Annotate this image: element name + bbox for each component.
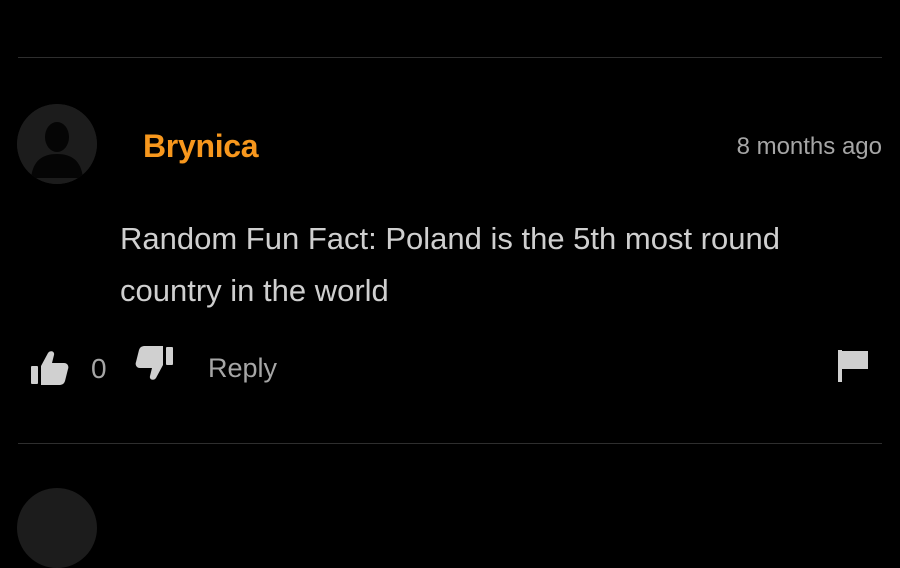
comment-actions: 0 Reply — [0, 344, 900, 394]
reply-button[interactable]: Reply — [208, 353, 277, 384]
report-flag-button[interactable] — [836, 348, 870, 384]
vote-count: 0 — [91, 353, 107, 384]
thumbs-up-icon — [31, 351, 69, 385]
comment-divider-bottom — [18, 443, 882, 444]
comment-divider-top — [18, 57, 882, 58]
flag-icon — [838, 350, 868, 382]
default-user-avatar-icon — [17, 104, 97, 184]
comment-timestamp: 8 months ago — [736, 133, 882, 160]
next-comment-avatar[interactable] — [17, 488, 97, 568]
avatar[interactable] — [17, 104, 97, 184]
thumbs-up-button[interactable] — [30, 350, 70, 386]
thumbs-down-button[interactable] — [134, 346, 174, 382]
thumbs-down-icon — [135, 346, 173, 380]
comment-text: Random Fun Fact: Poland is the 5th most … — [120, 221, 780, 308]
comment-username[interactable]: Brynica — [143, 128, 259, 165]
